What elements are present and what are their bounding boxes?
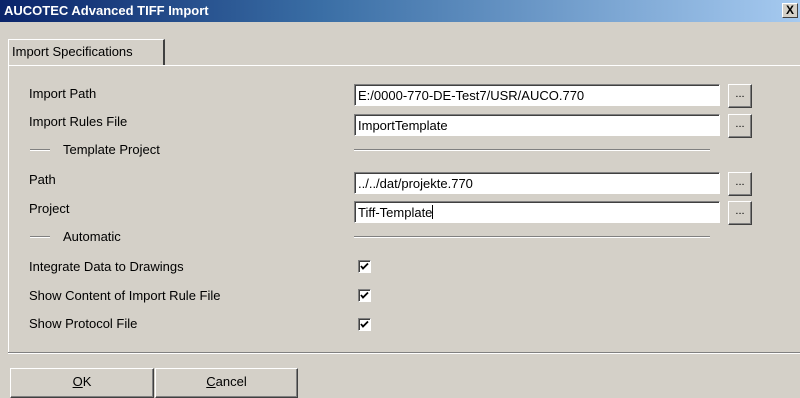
import-path-label: Import Path	[29, 86, 97, 101]
import-dialog: AUCOTEC Advanced TIFF Import X Import Sp…	[0, 0, 800, 398]
tab-label: Import Specifications	[12, 44, 133, 59]
path-value: ../../dat/projekte.770	[358, 176, 473, 191]
template-project-group-label: Template Project	[63, 142, 160, 157]
title-bar: AUCOTEC Advanced TIFF Import X	[0, 0, 800, 22]
cancel-label: ancel	[215, 374, 247, 389]
tab-import-specifications[interactable]: Import Specifications	[8, 39, 165, 66]
group-separator	[354, 149, 710, 151]
ok-accelerator: O	[72, 374, 83, 389]
checkmark-icon	[360, 291, 369, 299]
path-browse-button[interactable]: ...	[728, 172, 752, 196]
import-path-browse-button[interactable]: ...	[728, 84, 752, 108]
footer-separator	[8, 352, 800, 354]
close-button[interactable]: X	[782, 3, 798, 18]
cancel-button[interactable]: Cancel	[155, 368, 298, 398]
group-separator	[354, 236, 710, 238]
group-dash	[30, 236, 50, 238]
import-rules-file-label: Import Rules File	[29, 114, 128, 129]
import-rules-file-browse-button[interactable]: ...	[728, 114, 752, 138]
integrate-data-label: Integrate Data to Drawings	[29, 259, 184, 274]
project-value: Tiff-Template	[358, 205, 433, 220]
project-input[interactable]: Tiff-Template	[354, 201, 720, 223]
integrate-data-checkbox[interactable]	[358, 260, 371, 273]
ok-button[interactable]: OK	[10, 368, 154, 398]
window-title: AUCOTEC Advanced TIFF Import	[4, 3, 209, 18]
import-rules-file-value: ImportTemplate	[358, 118, 448, 133]
text-caret	[432, 205, 434, 219]
browse-icon: ...	[735, 205, 745, 217]
browse-icon: ...	[735, 176, 745, 188]
ok-label: K	[82, 374, 92, 389]
show-content-label: Show Content of Import Rule File	[29, 288, 221, 303]
project-label: Project	[29, 201, 70, 216]
close-icon: X	[785, 3, 794, 17]
import-path-value: E:/0000-770-DE-Test7/USR/AUCO.770	[358, 88, 585, 103]
automatic-group-label: Automatic	[63, 229, 121, 244]
show-protocol-checkbox[interactable]	[358, 318, 371, 331]
show-content-checkbox[interactable]	[358, 289, 371, 302]
import-path-input[interactable]: E:/0000-770-DE-Test7/USR/AUCO.770	[354, 84, 720, 106]
browse-icon: ...	[735, 88, 745, 100]
path-input[interactable]: ../../dat/projekte.770	[354, 172, 720, 194]
checkmark-icon	[360, 320, 369, 328]
path-label: Path	[29, 172, 56, 187]
import-rules-file-input[interactable]: ImportTemplate	[354, 114, 720, 136]
checkmark-icon	[360, 262, 369, 270]
cancel-accelerator: C	[206, 374, 216, 389]
browse-icon: ...	[735, 118, 745, 130]
show-protocol-label: Show Protocol File	[29, 316, 138, 331]
project-browse-button[interactable]: ...	[728, 201, 752, 225]
group-dash	[30, 149, 50, 151]
